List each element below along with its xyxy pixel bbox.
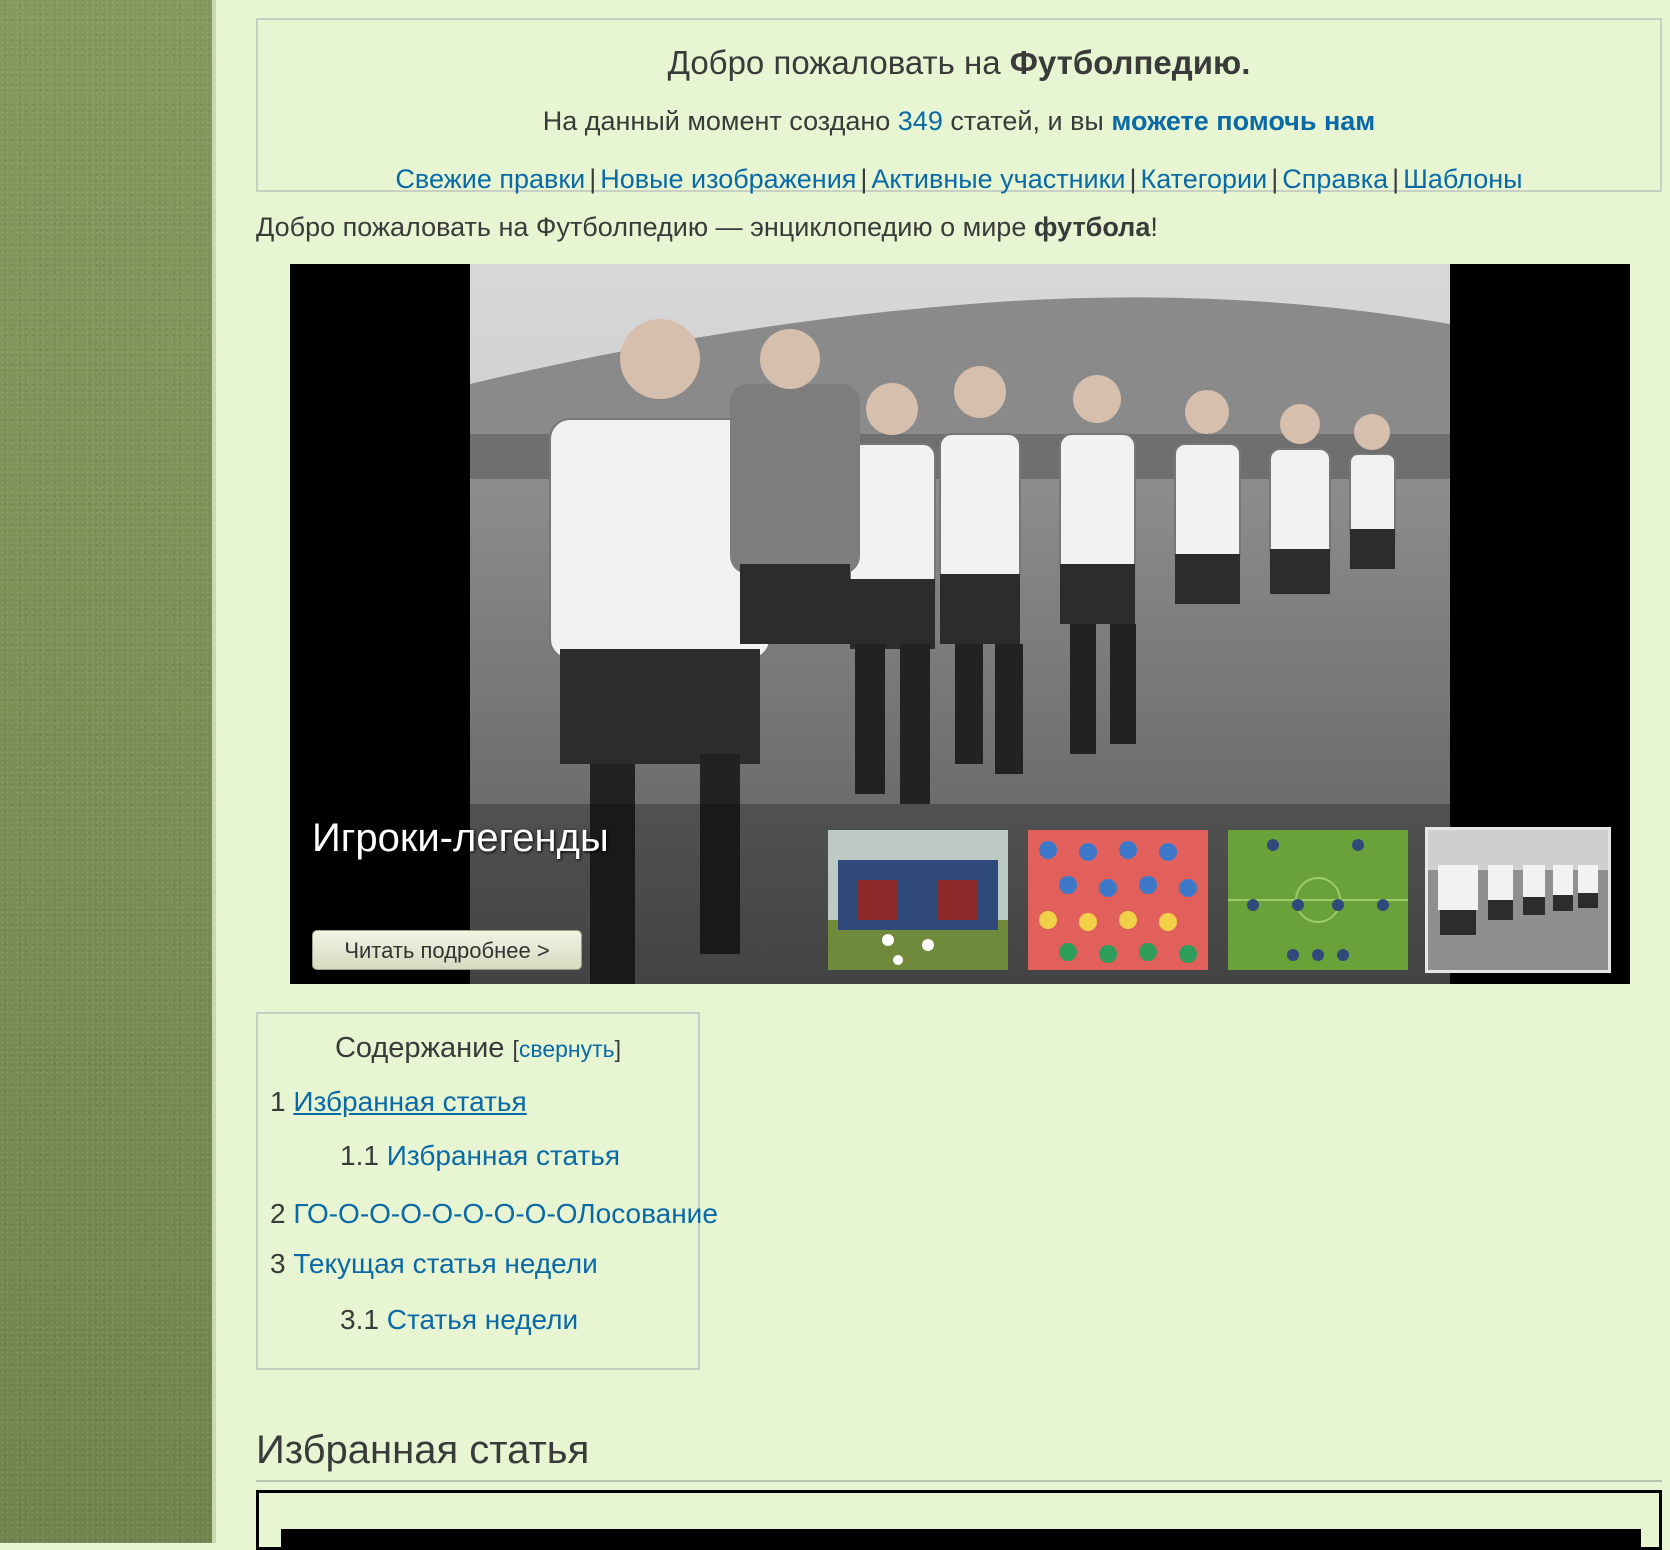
- welcome-title-bold: Футболпедию.: [1009, 44, 1251, 81]
- sidebar-edge: [212, 0, 216, 1543]
- section-heading: Избранная статья: [256, 1428, 590, 1472]
- toc-item-current-week[interactable]: 3 Текущая статья недели: [270, 1248, 598, 1280]
- toc-link[interactable]: Текущая статья недели: [293, 1248, 597, 1279]
- welcome-title: Добро пожаловать на Футболпедию.: [258, 44, 1660, 82]
- link-separator: |: [1392, 164, 1400, 194]
- toc-number: 2: [270, 1198, 286, 1229]
- quick-links: Свежие правки | Новые изображения | Активные…: [258, 164, 1660, 195]
- toc-number: 1: [270, 1086, 286, 1117]
- toc-item-week-article[interactable]: 3.1 Статья недели: [340, 1304, 578, 1336]
- welcome-box: Добро пожаловать на Футболпедию. На данн…: [256, 18, 1662, 195]
- thumbnail-legends-photo[interactable]: [1425, 827, 1611, 973]
- toc-link[interactable]: Избранная статья: [293, 1086, 526, 1117]
- categories-link[interactable]: Категории: [1141, 164, 1268, 194]
- toc-number: 3: [270, 1248, 286, 1279]
- featured-article-banner: [281, 1529, 1641, 1549]
- stats-middle: статей, и вы: [942, 106, 1112, 136]
- toc-title-row: Содержание [свернуть]: [258, 1032, 698, 1065]
- slide-title: Игроки-легенды: [312, 816, 609, 860]
- toc-number: 1.1: [340, 1140, 379, 1171]
- toc-number: 3.1: [340, 1304, 379, 1335]
- active-users-link[interactable]: Активные участники: [871, 164, 1125, 194]
- recent-changes-link[interactable]: Свежие правки: [395, 164, 585, 194]
- legends-photo-icon: [1428, 830, 1608, 970]
- help-us-label: можете помочь нам: [1111, 106, 1376, 136]
- help-us-link[interactable]: можете помочь нам: [1111, 106, 1375, 136]
- featured-article-box: [256, 1490, 1662, 1550]
- intro-sentence: Добро пожаловать на Футболпедию — энцикл…: [256, 212, 1034, 242]
- sidebar-background: [0, 0, 212, 1543]
- link-separator: |: [860, 164, 868, 194]
- link-separator: |: [1129, 164, 1137, 194]
- toc-item-featured[interactable]: 1 Избранная статья: [270, 1086, 527, 1118]
- toc-item-featured-sub[interactable]: 1.1 Избранная статья: [340, 1140, 620, 1172]
- article-count-link[interactable]: 349: [898, 106, 943, 136]
- toc-bracket-close: ]: [614, 1036, 622, 1062]
- toc-toggle: [свернуть]: [513, 1036, 622, 1062]
- link-separator: |: [1271, 164, 1279, 194]
- link-separator: |: [589, 164, 597, 194]
- welcome-stats: На данный момент создано 349 статей, и в…: [258, 106, 1660, 137]
- thumbnail-team-photo[interactable]: [828, 830, 1008, 970]
- table-of-contents: Содержание [свернуть] 1 Избранная статья…: [256, 1012, 718, 1370]
- welcome-title-text: Добро пожаловать на: [667, 44, 1010, 81]
- toc-title: Содержание: [334, 1032, 505, 1064]
- stats-prefix: На данный момент создано: [542, 106, 898, 136]
- read-more-button[interactable]: Читать подробнее >: [312, 930, 582, 970]
- image-slider[interactable]: Игроки-легенды Читать подробнее >: [290, 264, 1630, 984]
- team-photo-icon: [828, 830, 1008, 970]
- thumbnail-tactics-formation[interactable]: [1228, 830, 1408, 970]
- club-badges-icon: [1028, 830, 1208, 970]
- toc-link[interactable]: Статья недели: [387, 1304, 578, 1335]
- tactics-formation-icon: [1228, 830, 1408, 970]
- section-divider: [256, 1480, 1662, 1482]
- toc-link[interactable]: Избранная статья: [387, 1140, 620, 1171]
- templates-link[interactable]: Шаблоны: [1403, 164, 1522, 194]
- new-images-link[interactable]: Новые изображения: [600, 164, 856, 194]
- toc-collapse-link[interactable]: свернуть: [519, 1036, 615, 1062]
- intro-text: Добро пожаловать на Футболпедию — энцикл…: [256, 212, 1158, 243]
- toc-item-voting[interactable]: 2 ГО-О-О-О-О-О-О-О-ОЛосование: [270, 1198, 718, 1230]
- intro-end: !: [1150, 212, 1158, 242]
- intro-bold-word: футбола: [1033, 212, 1151, 242]
- help-link[interactable]: Справка: [1282, 164, 1388, 194]
- thumbnail-club-badges[interactable]: [1028, 830, 1208, 970]
- toc-link[interactable]: ГО-О-О-О-О-О-О-О-ОЛосование: [293, 1198, 718, 1229]
